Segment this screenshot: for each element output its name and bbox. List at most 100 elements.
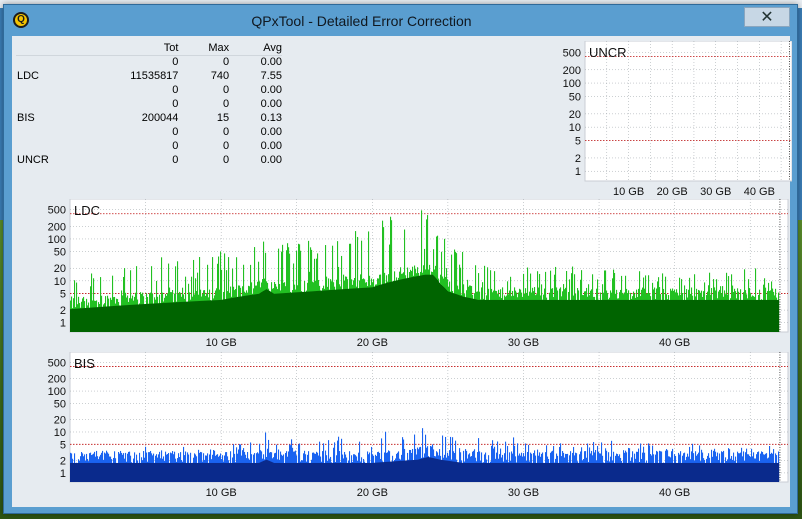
data-bar-core [693, 299, 695, 332]
data-bar-core [196, 301, 198, 332]
data-bar-core [253, 294, 255, 332]
data-bar-core [155, 462, 157, 482]
data-bar-core [546, 462, 548, 482]
data-bar-core [640, 299, 642, 332]
data-bar-core [86, 462, 88, 482]
data-bar-core [177, 302, 179, 332]
y-tick-label: 10 [54, 427, 66, 439]
data-bar-core [555, 462, 557, 482]
data-bar-core [137, 304, 139, 332]
data-bar-core [410, 460, 412, 482]
data-bar-core [551, 299, 553, 332]
data-bar-core [542, 299, 544, 332]
data-bar-core [309, 462, 311, 482]
data-bar-core [551, 462, 553, 482]
data-bar-core [516, 462, 518, 482]
data-bar-core [161, 462, 163, 482]
data-bar-core [676, 299, 678, 332]
data-bar-core [399, 279, 401, 332]
data-bar-core [443, 286, 445, 332]
data-bar-core [744, 462, 746, 482]
data-bar-core [490, 462, 492, 482]
data-bar-core [638, 299, 640, 332]
data-bar-core [475, 299, 477, 332]
data-bar-core [370, 462, 372, 482]
data-bar-core [468, 297, 470, 332]
data-bar-core [763, 462, 765, 482]
data-bar-core [581, 462, 583, 482]
data-bar-core [471, 298, 473, 332]
data-bar-core [113, 306, 115, 332]
data-bar-core [705, 299, 707, 332]
data-bar-core [262, 461, 264, 482]
data-bar-core [457, 462, 459, 482]
data-bar-core [315, 462, 317, 482]
data-bar-core [119, 305, 121, 332]
data-bar-core [649, 462, 651, 482]
data-bar-core [77, 308, 79, 332]
data-bar-core [435, 458, 437, 482]
data-bar-core [670, 462, 672, 482]
data-bar-core [747, 462, 749, 482]
data-bar-core [607, 299, 609, 332]
data-bar-core [743, 462, 745, 482]
data-bar-core [519, 462, 521, 482]
data-bar-core [254, 294, 256, 332]
y-tick-label: 5 [60, 288, 66, 300]
x-tick-label: 40 GB [659, 487, 690, 499]
data-bar-core [294, 292, 296, 332]
data-bar-core [641, 299, 643, 332]
data-bar-core [286, 292, 288, 332]
data-bar-core [695, 462, 697, 482]
data-bar-core [760, 299, 762, 332]
data-bar-core [526, 462, 528, 482]
data-bar-core [158, 303, 160, 332]
data-bar-core [391, 461, 393, 482]
data-bar-core [278, 462, 280, 482]
data-bar-core [634, 299, 636, 332]
data-bar-core [148, 303, 150, 332]
data-bar-core [191, 301, 193, 332]
data-bar-core [540, 462, 542, 482]
data-bar-core [190, 462, 192, 482]
data-bar-core [349, 288, 351, 332]
data-bar-core [304, 462, 306, 482]
y-tick-label: 100 [48, 234, 66, 246]
data-bar-core [465, 462, 467, 482]
data-bar-core [348, 462, 350, 482]
data-bar-core [320, 290, 322, 332]
data-bar-core [358, 462, 360, 482]
data-bar-core [653, 299, 655, 332]
data-bar-core [335, 462, 337, 482]
data-bar-core [506, 299, 508, 332]
close-button[interactable]: ✕ [744, 7, 790, 27]
data-bar-core [552, 299, 554, 332]
data-bar-core [84, 308, 86, 332]
data-bar-core [721, 462, 723, 482]
data-bar-core [219, 462, 221, 482]
data-bar-core [387, 282, 389, 332]
data-bar-core [341, 289, 343, 332]
data-bar-core [659, 462, 661, 482]
data-bar-core [573, 299, 575, 332]
data-bar-core [277, 293, 279, 332]
data-bar-core [88, 462, 90, 482]
data-bar-core [442, 285, 444, 332]
data-bar-core [539, 299, 541, 332]
title-bar[interactable]: Q QPxTool - Detailed Error Correction ✕ [4, 5, 797, 35]
data-bar-core [161, 303, 163, 332]
data-bar-core [235, 462, 237, 482]
data-bar-core [416, 459, 418, 482]
data-bar-core [408, 460, 410, 482]
data-bar-core [295, 462, 297, 482]
data-bar-core [241, 462, 243, 482]
data-bar-core [105, 462, 107, 482]
data-bar-core [168, 462, 170, 482]
data-bar-core [261, 292, 263, 332]
data-bar-core [662, 299, 664, 332]
data-bar-core [558, 462, 560, 482]
data-bar-core [503, 462, 505, 482]
data-bar-core [751, 299, 753, 332]
data-bar-core [704, 462, 706, 482]
data-bar-core [759, 462, 761, 482]
